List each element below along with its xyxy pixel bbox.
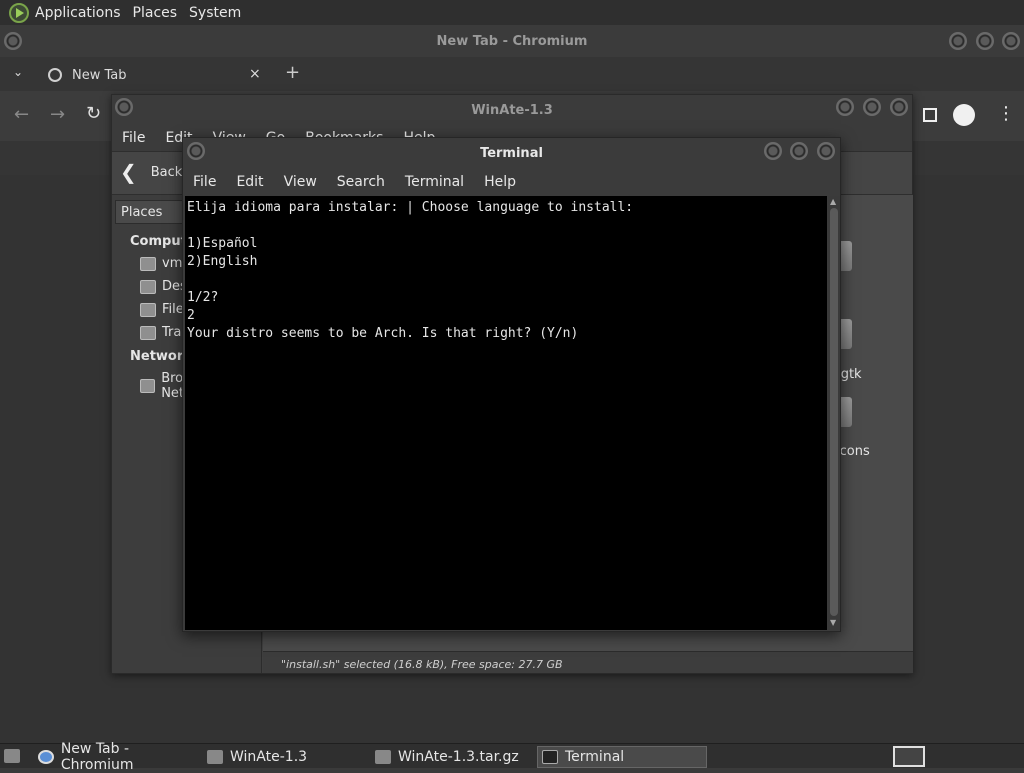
trash-icon — [140, 325, 156, 340]
menu-edit[interactable]: Edit — [226, 174, 273, 190]
menu-search[interactable]: Search — [327, 174, 395, 190]
home-folder-icon — [140, 256, 156, 271]
menu-view[interactable]: View — [274, 174, 327, 190]
menu-terminal[interactable]: Terminal — [395, 174, 474, 190]
menu-file[interactable]: File — [183, 174, 226, 190]
side-panel-icon[interactable] — [923, 108, 937, 122]
show-desktop-icon[interactable] — [4, 749, 20, 763]
minimize-button[interactable] — [836, 98, 854, 116]
taskbar-item-archive[interactable]: WinAte-1.3.tar.gz — [375, 746, 535, 768]
tab-search-icon[interactable]: ⌄ — [13, 65, 23, 79]
back-button[interactable]: ❮ Back — [120, 160, 182, 184]
taskbar-item-label: WinAte-1.3.tar.gz — [398, 749, 519, 765]
tab-new-tab[interactable]: New Tab × — [36, 59, 272, 91]
taskbar: New Tab - Chromium WinAte-1.3 WinAte-1.3… — [0, 741, 1024, 773]
new-tab-button[interactable]: + — [285, 62, 300, 83]
applications-logo-icon[interactable] — [9, 2, 29, 23]
taskbar-item-label: WinAte-1.3 — [230, 749, 308, 765]
minimize-button[interactable] — [764, 142, 782, 160]
taskbar-item-chromium[interactable]: New Tab - Chromium — [38, 741, 204, 773]
tab-label: New Tab — [72, 67, 127, 83]
taskbar-item-label: New Tab - Chromium — [60, 741, 134, 773]
applications-menu[interactable]: Applications — [29, 5, 127, 21]
status-bar: "install.sh" selected (16.8 kB), Free sp… — [263, 651, 913, 673]
scroll-down-icon[interactable]: ▼ — [830, 618, 836, 627]
top-panel: Applications Places System — [0, 0, 1024, 25]
close-button[interactable] — [1002, 32, 1020, 50]
terminal-scrollbar[interactable]: ▲ ▼ — [828, 196, 840, 630]
scrollbar-thumb[interactable] — [830, 208, 838, 616]
places-menu[interactable]: Places — [127, 5, 184, 21]
taskbar-item-terminal[interactable]: Terminal — [537, 746, 707, 768]
folder-icon[interactable] — [840, 241, 852, 271]
maximize-button[interactable] — [976, 32, 994, 50]
sidebar-item-home[interactable]: vm — [140, 256, 182, 271]
window-menu-icon[interactable] — [4, 32, 22, 50]
profile-avatar-icon[interactable] — [953, 104, 975, 126]
more-menu-icon[interactable]: ⋮ — [997, 103, 1015, 124]
sidebar-item-label: vm — [162, 256, 183, 271]
network-icon — [140, 379, 156, 393]
maximize-button[interactable] — [790, 142, 808, 160]
terminal-output[interactable]: Elija idioma para instalar: | Choose lan… — [185, 196, 827, 630]
chromium-titlebar[interactable]: New Tab - Chromium — [0, 25, 1024, 57]
back-arrow-icon[interactable]: ← — [14, 104, 29, 125]
chromium-title: New Tab - Chromium — [436, 33, 588, 49]
desktop-folder-icon — [140, 279, 156, 294]
globe-icon — [48, 68, 62, 82]
maximize-button[interactable] — [863, 98, 881, 116]
tab-close-icon[interactable]: × — [249, 66, 261, 82]
folder-icon[interactable] — [840, 319, 852, 349]
menu-help[interactable]: Help — [474, 174, 526, 190]
archive-icon — [375, 750, 391, 764]
system-menu[interactable]: System — [183, 5, 247, 21]
chromium-icon — [38, 750, 54, 764]
terminal-menubar: File Edit View Search Terminal Help — [183, 168, 840, 196]
close-button[interactable] — [890, 98, 908, 116]
folder-icon[interactable] — [840, 397, 852, 427]
menu-file[interactable]: File — [112, 130, 155, 146]
workspace-switcher-icon[interactable] — [893, 746, 925, 767]
tab-strip: ⌄ New Tab × + — [0, 57, 1024, 91]
back-arrow-icon: ❮ — [120, 160, 137, 184]
folder-icon — [207, 750, 223, 764]
sidebar-places-label: Places — [121, 205, 163, 220]
reload-icon[interactable]: ↻ — [86, 103, 101, 124]
file-manager-titlebar[interactable]: WinAte-1.3 — [112, 95, 912, 125]
window-menu-icon[interactable] — [187, 142, 205, 160]
back-label: Back — [150, 164, 183, 180]
terminal-window: Terminal File Edit View Search Terminal … — [182, 137, 841, 632]
terminal-titlebar[interactable]: Terminal — [183, 138, 840, 168]
file-label[interactable]: icons — [836, 444, 870, 459]
close-button[interactable] — [817, 142, 835, 160]
forward-arrow-icon[interactable]: → — [50, 104, 65, 125]
file-manager-title: WinAte-1.3 — [471, 102, 553, 118]
minimize-button[interactable] — [949, 32, 967, 50]
filesystem-icon — [140, 302, 156, 317]
taskbar-item-label: Terminal — [565, 749, 625, 765]
terminal-title: Terminal — [480, 145, 543, 161]
taskbar-item-winate[interactable]: WinAte-1.3 — [207, 746, 367, 768]
window-menu-icon[interactable] — [115, 98, 133, 116]
terminal-icon — [542, 750, 558, 764]
scroll-up-icon[interactable]: ▲ — [830, 197, 836, 206]
